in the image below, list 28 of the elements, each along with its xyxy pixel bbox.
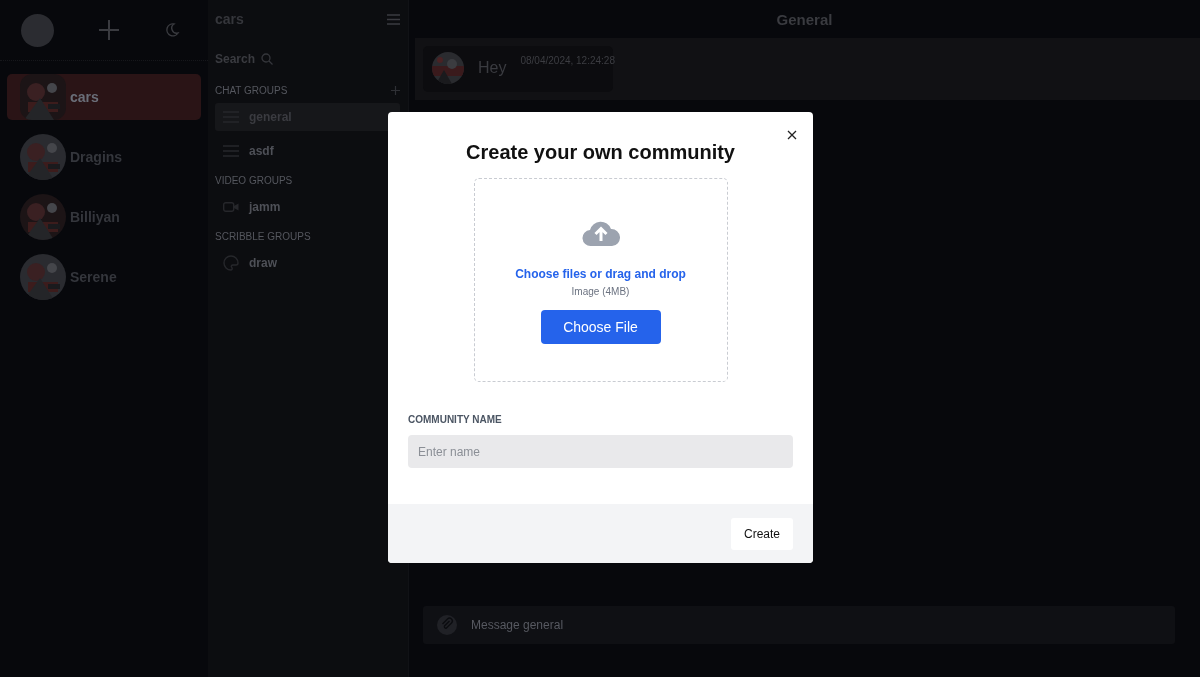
section-title: SCRIBBLE GROUPS	[215, 230, 311, 242]
community-name-field[interactable]: Enter name	[408, 435, 793, 468]
video-camera-icon	[223, 201, 239, 213]
channel-item[interactable]: asdf	[215, 137, 400, 165]
create-button[interactable]: Create	[730, 517, 793, 550]
upload-hint: Image (4MB)	[571, 286, 630, 297]
channel-name: draw	[249, 256, 277, 270]
section-title: CHAT GROUPS	[215, 84, 288, 96]
server-item[interactable]: cars	[7, 74, 201, 120]
channel-name: jamm	[249, 200, 281, 214]
file-drop-zone[interactable]: Choose files or drag and drop Image (4MB) Choose File	[473, 178, 728, 382]
message-input[interactable]: Message general	[423, 606, 1175, 644]
moon-icon[interactable]	[164, 22, 180, 38]
plus-icon[interactable]	[391, 85, 400, 95]
user-avatar[interactable]	[21, 13, 54, 47]
section-title: VIDEO GROUPS	[215, 174, 293, 186]
upload-prompt: Choose files or drag and drop	[515, 267, 686, 281]
channel-item[interactable]: draw	[215, 249, 400, 277]
dialog-title: Create your own community	[466, 141, 735, 164]
field-label: COMMUNITY NAME	[408, 414, 503, 425]
channel-name: asdf	[249, 144, 274, 158]
choose-file-button[interactable]: Choose File	[540, 310, 661, 344]
menu-icon[interactable]	[387, 13, 400, 25]
palette-icon	[223, 255, 239, 271]
search-icon	[261, 53, 274, 65]
server-name: cars	[70, 89, 99, 105]
plus-icon[interactable]	[98, 19, 120, 41]
channel-item[interactable]: jamm	[215, 193, 400, 221]
